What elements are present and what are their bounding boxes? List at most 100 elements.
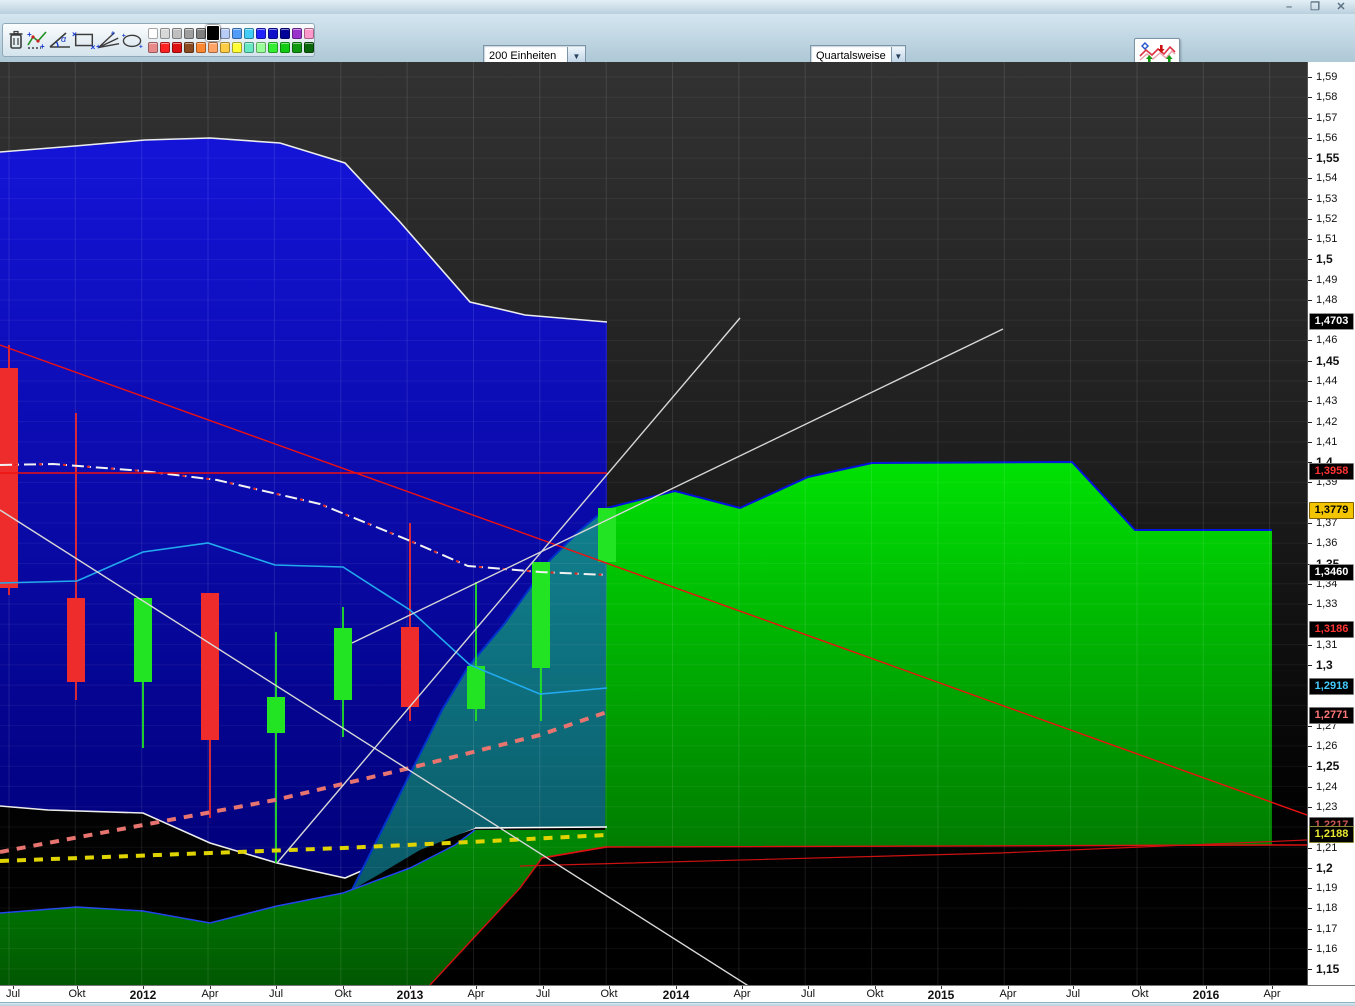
price-tick-label: 1,41 xyxy=(1308,436,1355,449)
price-chart[interactable] xyxy=(0,62,1307,985)
price-tick-label: 1,17 xyxy=(1308,923,1355,936)
price-tick-label: 1,31 xyxy=(1308,639,1355,652)
color-swatch[interactable] xyxy=(268,27,278,39)
color-swatch[interactable] xyxy=(208,41,218,53)
price-level-badge: 1,3186 xyxy=(1309,621,1354,638)
color-swatch[interactable] xyxy=(206,25,220,41)
time-tick-label: 2012 xyxy=(129,988,157,1002)
color-swatch[interactable] xyxy=(304,27,314,39)
price-tick-label: 1,45 xyxy=(1308,355,1355,368)
restore-button[interactable]: ❐ xyxy=(1307,1,1323,13)
color-swatch[interactable] xyxy=(220,27,230,39)
price-tick-label: 1,43 xyxy=(1308,395,1355,408)
color-swatch[interactable] xyxy=(292,27,302,39)
color-palette xyxy=(148,25,315,54)
price-tick-label: 1,46 xyxy=(1308,334,1355,347)
price-tick-label: 1,25 xyxy=(1308,760,1355,773)
fan-lines-tool-button[interactable]: + + xyxy=(96,27,120,53)
svg-text:+: + xyxy=(27,30,32,39)
close-button[interactable]: ✕ xyxy=(1333,1,1349,13)
color-swatch[interactable] xyxy=(244,41,254,53)
color-swatch[interactable] xyxy=(172,27,182,39)
color-swatch[interactable] xyxy=(184,27,194,39)
color-swatch[interactable] xyxy=(220,41,230,53)
time-tick-label: 2015 xyxy=(927,988,955,1002)
price-tick-label: 1,52 xyxy=(1308,213,1355,226)
price-tick-label: 1,58 xyxy=(1308,91,1355,104)
chart-canvas[interactable] xyxy=(0,62,1307,985)
price-tick-label: 1,59 xyxy=(1308,71,1355,84)
time-tick-label: Okt xyxy=(68,988,86,1000)
color-swatch[interactable] xyxy=(148,27,158,39)
color-swatch[interactable] xyxy=(256,41,266,53)
price-level-badge: 1,3460 xyxy=(1309,564,1354,581)
toolbar: + + α × × + + + + 200 Einheiten ▼ Quarta… xyxy=(0,14,1355,73)
color-swatch[interactable] xyxy=(280,41,290,53)
svg-text:×: × xyxy=(90,42,95,51)
color-swatch[interactable] xyxy=(280,27,290,39)
color-swatch[interactable] xyxy=(196,41,206,53)
ellipse-tool-button[interactable]: + + xyxy=(120,27,144,53)
delete-drawing-button[interactable] xyxy=(6,27,26,53)
period-dropdown-value: Quartalsweise xyxy=(816,50,886,62)
price-tick-label: 1,3 xyxy=(1308,659,1355,672)
color-swatch[interactable] xyxy=(160,41,170,53)
color-swatch[interactable] xyxy=(184,41,194,53)
color-swatch[interactable] xyxy=(304,41,314,53)
svg-text:+: + xyxy=(96,42,101,51)
time-tick-label: 2016 xyxy=(1192,988,1220,1002)
color-swatch[interactable] xyxy=(232,27,242,39)
time-tick-label: Jul xyxy=(268,988,284,1000)
price-level-badge: 1,3958 xyxy=(1309,463,1354,480)
time-tick-label: Apr xyxy=(467,988,485,1000)
price-tick-label: 1,42 xyxy=(1308,416,1355,429)
color-swatch[interactable] xyxy=(160,27,170,39)
time-tick-label: Okt xyxy=(1131,988,1149,1000)
trash-icon xyxy=(9,30,23,49)
study-chart-button[interactable]: + + xyxy=(26,27,48,53)
color-swatch[interactable] xyxy=(172,41,182,53)
price-tick-label: 1,44 xyxy=(1308,375,1355,388)
drawing-tool-panel: + + α × × + + + + xyxy=(2,23,315,57)
time-tick-label: Apr xyxy=(201,988,219,1000)
price-tick-label: 1,5 xyxy=(1308,253,1355,266)
rectangle-tool-button[interactable]: × × xyxy=(72,27,96,53)
chart-study-icon: + + xyxy=(27,30,47,51)
time-tick-label: Jul xyxy=(1065,988,1081,1000)
time-tick-label: Apr xyxy=(999,988,1017,1000)
price-tick-label: 1,48 xyxy=(1308,294,1355,307)
price-axis[interactable]: 1,59 1,58 1,57 1,56 1,55 1,54 1,53 1,52 1,51 1,5 1… xyxy=(1307,62,1355,985)
color-swatch[interactable] xyxy=(148,41,158,53)
time-axis[interactable]: Jul Okt 2012 Apr Jul Okt 2013 Apr Jul Okt 2014 Apr J… xyxy=(0,985,1355,1003)
price-tick-label: 1,51 xyxy=(1308,233,1355,246)
price-tick-label: 1,19 xyxy=(1308,882,1355,895)
time-tick-label: Okt xyxy=(334,988,352,1000)
price-tick-label: 1,26 xyxy=(1308,740,1355,753)
fan-lines-icon: + + xyxy=(96,29,120,51)
price-level-badge: 1,2188 xyxy=(1309,826,1354,843)
window-bottom-frame xyxy=(0,1002,1355,1006)
price-tick-label: 1,18 xyxy=(1308,902,1355,915)
price-tick-label: 1,57 xyxy=(1308,112,1355,125)
svg-text:+: + xyxy=(139,44,143,51)
time-tick-label: Jul xyxy=(535,988,551,1000)
time-tick-label: Okt xyxy=(600,988,618,1000)
color-swatch[interactable] xyxy=(292,41,302,53)
time-tick-label: Jul xyxy=(800,988,816,1000)
color-swatch[interactable] xyxy=(196,27,206,39)
window-controls: – ❐ ✕ xyxy=(1281,1,1349,13)
angle-icon: α xyxy=(49,32,70,48)
color-swatch[interactable] xyxy=(232,41,242,53)
price-tick-label: 1,55 xyxy=(1308,152,1355,165)
price-tick-label: 1,16 xyxy=(1308,943,1355,956)
angle-tool-button[interactable]: α xyxy=(48,27,72,53)
color-swatch[interactable] xyxy=(268,41,278,53)
price-tick-label: 1,36 xyxy=(1308,537,1355,550)
color-swatch[interactable] xyxy=(244,27,254,39)
ellipse-icon: + + xyxy=(122,32,143,51)
color-swatch[interactable] xyxy=(256,27,266,39)
price-level-badge: 1,2918 xyxy=(1309,678,1354,695)
minimize-button[interactable]: – xyxy=(1281,1,1297,13)
price-level-badge: 1,4703 xyxy=(1309,313,1354,330)
price-tick-label: 1,21 xyxy=(1308,842,1355,855)
